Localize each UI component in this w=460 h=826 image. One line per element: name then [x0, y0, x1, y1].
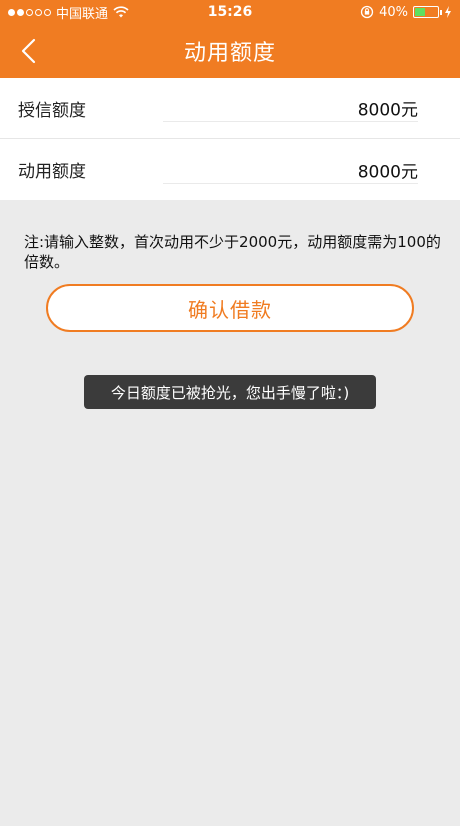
use-amount-row[interactable]: 动用额度 8000元 [0, 139, 460, 200]
page-title: 动用额度 [183, 41, 276, 66]
chevron-left-icon [21, 38, 36, 64]
app-screen: 中国联通 15:26 40% 动用额度 授信额度 8000元 动用额度 8000… [0, 0, 460, 826]
signal-icon [8, 8, 51, 16]
amount-list: 授信额度 8000元 动用额度 8000元 [0, 78, 460, 200]
status-right: 40% [360, 5, 452, 20]
battery-percent: 40% [379, 4, 408, 20]
status-bar: 中国联通 15:26 40% [0, 0, 460, 24]
note-text: 注:请输入整数，首次动用不少于2000元，动用额度需为100的倍数。 [24, 233, 441, 271]
status-left: 中国联通 [8, 3, 129, 22]
confirm-loan-button[interactable]: 确认借款 [46, 284, 414, 332]
credit-limit-label: 授信额度 [18, 100, 86, 121]
battery-icon [413, 6, 442, 18]
credit-limit-row: 授信额度 8000元 [0, 78, 460, 139]
use-amount-label: 动用额度 [18, 162, 86, 182]
back-button[interactable] [8, 24, 48, 78]
header: 中国联通 15:26 40% 动用额度 [0, 0, 460, 78]
charging-icon [445, 6, 451, 18]
nav-bar: 动用额度 [0, 24, 460, 78]
orientation-lock-icon [360, 5, 374, 19]
carrier-label: 中国联通 [56, 6, 109, 22]
credit-limit-value: 8000元 [357, 100, 418, 121]
row-divider [163, 183, 418, 184]
toast-message: 今日额度已被抢光，您出手慢了啦：) [84, 375, 376, 409]
wifi-icon [113, 6, 129, 18]
row-divider [163, 121, 418, 122]
use-amount-input[interactable]: 8000元 [358, 157, 418, 182]
